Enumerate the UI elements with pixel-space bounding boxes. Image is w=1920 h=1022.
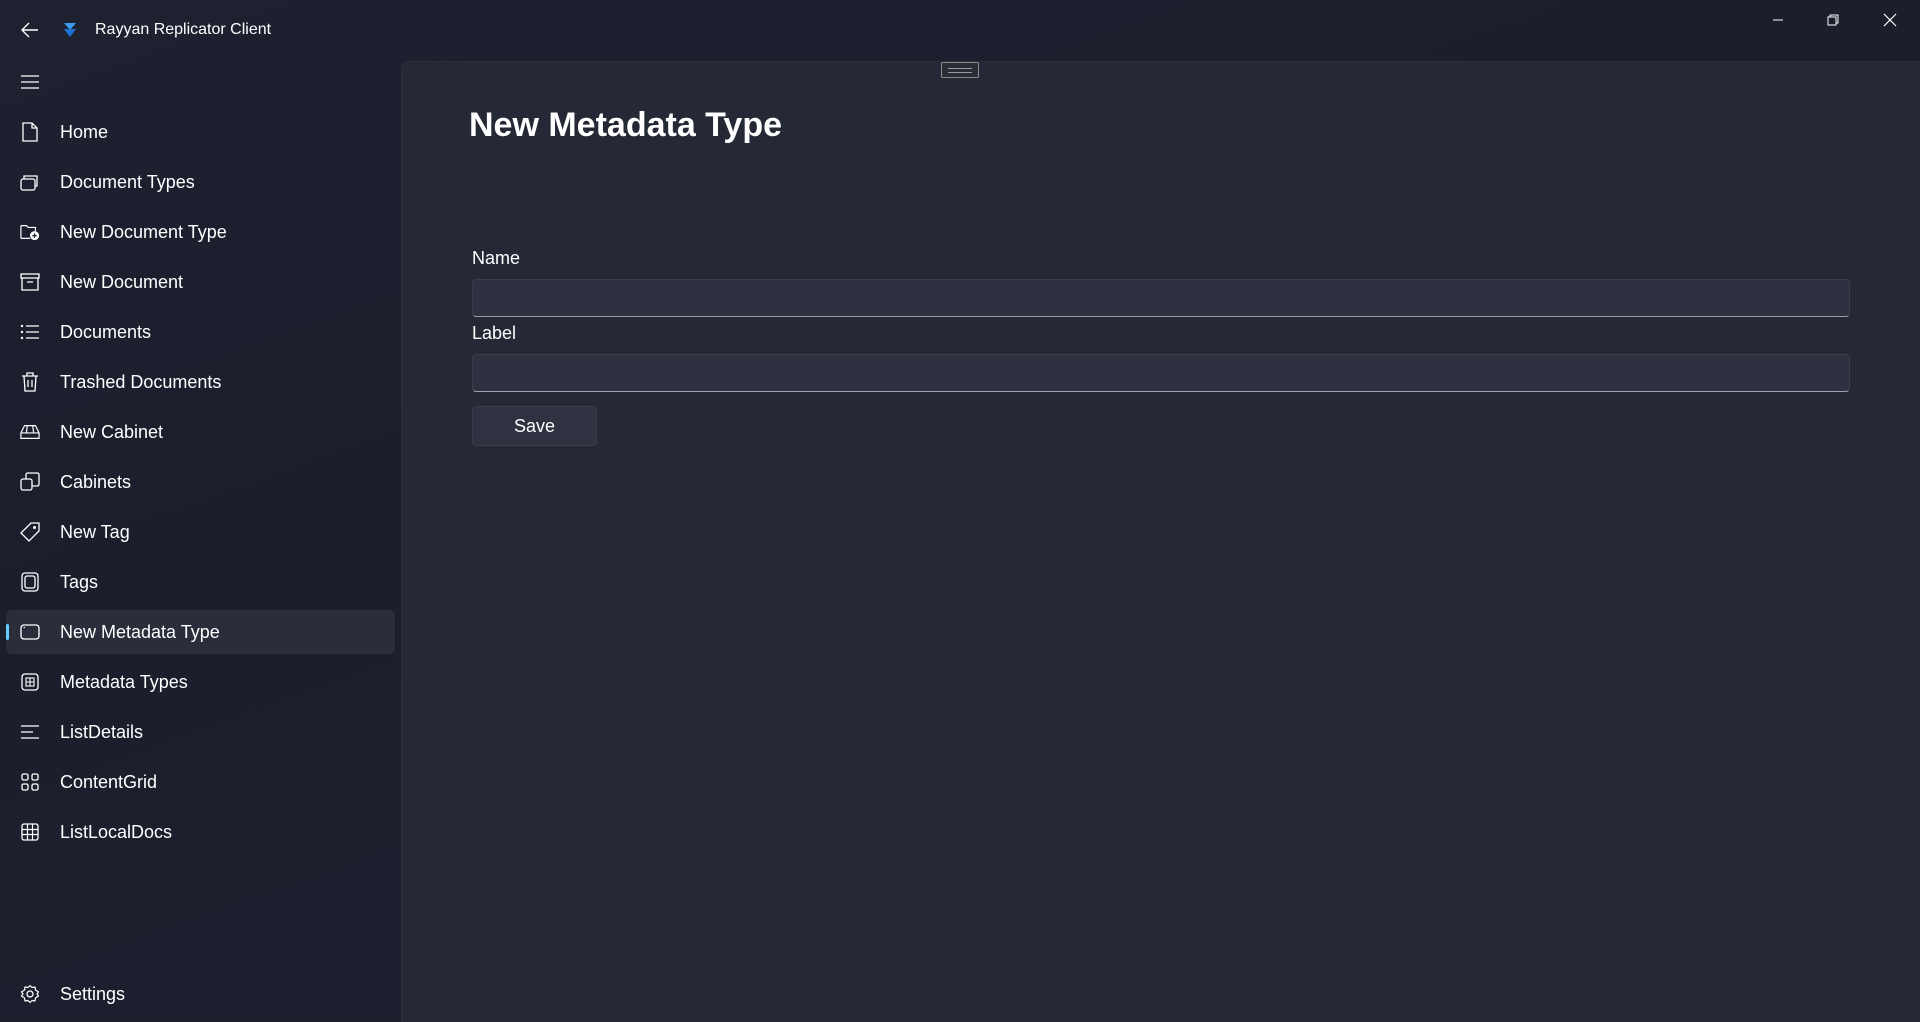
nav-item-home[interactable]: Home — [6, 110, 395, 154]
nav-item-new-document[interactable]: New Document — [6, 260, 395, 304]
nav-item-contentgrid[interactable]: ContentGrid — [6, 760, 395, 804]
title-bar: Rayyan Replicator Client — [0, 0, 1920, 60]
trash-icon — [20, 372, 40, 392]
minimize-button[interactable] — [1750, 0, 1806, 40]
list-details-icon — [20, 722, 40, 742]
nav-item-label: Metadata Types — [60, 672, 188, 692]
page-title: New Metadata Type — [469, 106, 783, 144]
back-button[interactable] — [16, 16, 44, 44]
nav-item-settings[interactable]: Settings — [6, 972, 395, 1016]
drag-handle[interactable] — [941, 62, 979, 78]
label-field-label: Label — [472, 323, 517, 343]
nav-item-label: New Tag — [60, 522, 130, 542]
cabinet-icon — [20, 422, 40, 442]
content-panel: New Metadata Type Name Label Save — [401, 61, 1920, 1022]
nav-item-label: ContentGrid — [60, 772, 158, 792]
nav-item-label: ListLocalDocs — [60, 822, 173, 842]
nav-item-new-cabinet[interactable]: New Cabinet — [6, 410, 395, 454]
document-icon — [20, 122, 40, 142]
nav-item-tags[interactable]: Tags — [6, 560, 395, 604]
settings-label: Settings — [60, 984, 126, 1004]
nav-item-new-metadata-type[interactable]: New Metadata Type — [6, 610, 395, 654]
nav-item-label: ListDetails — [60, 722, 144, 742]
minimize-icon — [1773, 19, 1783, 21]
close-button[interactable] — [1862, 0, 1918, 40]
list-icon — [20, 322, 40, 342]
nav-item-listlocaldocs[interactable]: ListLocalDocs — [6, 810, 395, 854]
nav-item-trashed-documents[interactable]: Trashed Documents — [6, 360, 395, 404]
nav-item-label: Tags — [60, 572, 99, 592]
nav-item-cabinets[interactable]: Cabinets — [6, 460, 395, 504]
folder-add-icon — [20, 222, 40, 242]
gear-icon — [20, 984, 40, 1004]
archive-icon — [20, 272, 40, 292]
nav-item-label: New Document — [60, 272, 184, 292]
nav-item-label: Trashed Documents — [60, 372, 222, 392]
nav-item-label: New Cabinet — [60, 422, 164, 442]
menu-toggle-button[interactable] — [16, 68, 44, 96]
label-input[interactable] — [472, 354, 1850, 392]
content-grid-icon — [20, 772, 40, 792]
nav-item-label: New Document Type — [60, 222, 227, 242]
selection-indicator — [6, 624, 9, 640]
restore-button[interactable] — [1805, 0, 1861, 40]
navigation-pane: Home Document Types New Document Type Ne… — [0, 60, 400, 1021]
table-icon — [20, 822, 40, 842]
rectangle-icon — [20, 622, 40, 642]
back-arrow-icon — [21, 22, 38, 38]
save-button[interactable]: Save — [472, 406, 597, 446]
nav-item-label: Document Types — [60, 172, 195, 192]
nav-item-label: New Metadata Type — [60, 622, 220, 642]
tag-icon — [20, 522, 40, 542]
hamburger-icon — [21, 75, 39, 89]
nav-item-new-tag[interactable]: New Tag — [6, 510, 395, 554]
nav-item-metadata-types[interactable]: Metadata Types — [6, 660, 395, 704]
name-input[interactable] — [472, 279, 1850, 317]
nav-item-label: Home — [60, 122, 109, 142]
grid-box-icon — [20, 672, 40, 692]
close-icon — [1883, 13, 1897, 27]
copy-icon — [20, 472, 40, 492]
nav-item-document-types[interactable]: Document Types — [6, 160, 395, 204]
nav-item-label: Cabinets — [60, 472, 132, 492]
document-stack-icon — [20, 172, 40, 192]
nav-item-label: Documents — [60, 322, 152, 342]
nav-item-listdetails[interactable]: ListDetails — [6, 710, 395, 754]
nav-item-new-document-type[interactable]: New Document Type — [6, 210, 395, 254]
app-logo-icon — [60, 20, 80, 40]
app-title: Rayyan Replicator Client — [95, 21, 272, 38]
restore-icon — [1827, 14, 1839, 26]
tags-icon — [20, 572, 40, 592]
name-field-label: Name — [472, 248, 521, 268]
nav-item-documents[interactable]: Documents — [6, 310, 395, 354]
